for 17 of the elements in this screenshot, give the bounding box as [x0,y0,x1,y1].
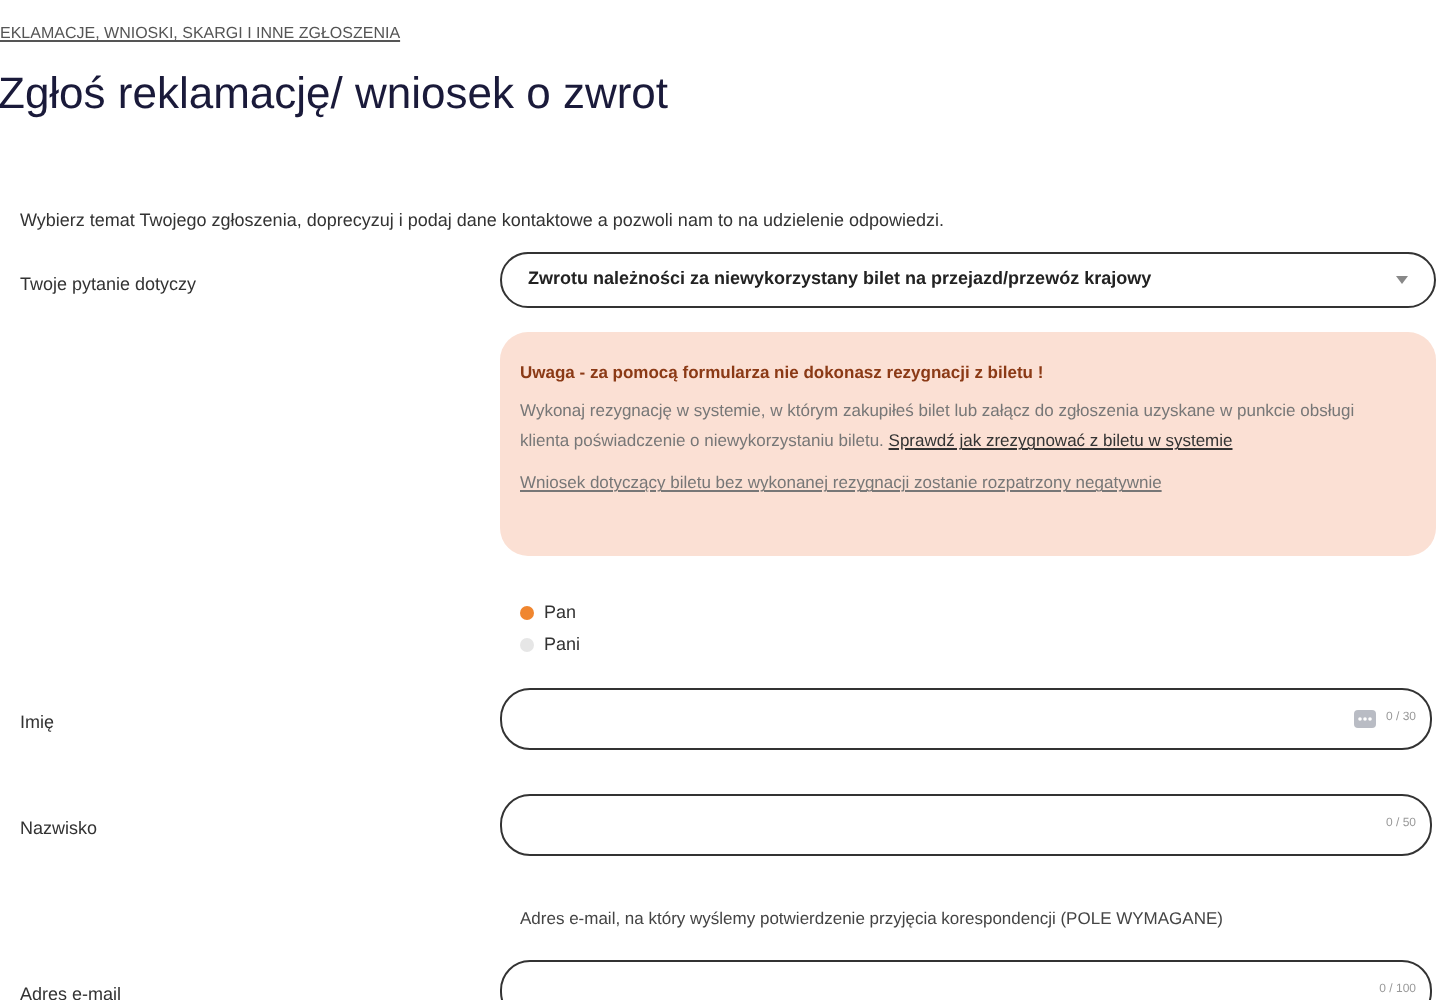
intro-text: Wybierz temat Twojego zgłoszenia, doprecyzuj i podaj dane kontaktowe a pozwoli nam to na udzielenie odpowiedzi. [20,208,947,234]
warning-title: Uwaga - za pomocą formularza nie dokonasz rezygnacji z biletu ! [520,359,1046,385]
autofill-icon[interactable] [1353,709,1376,727]
help-link[interactable]: Sprawdź jak zrezygnować z biletu w systemie [888,430,1233,451]
field-label: Twoje pytanie dotyczy [20,273,197,293]
topic-select[interactable]: Zwrotu należności za niewykorzystany bilet na przejazd/przewóz krajowy [500,251,1436,307]
field-label: Imię [20,711,55,731]
caret-icon [1396,275,1408,283]
breadcrumb-link[interactable]: EKLAMACJE, WNIOSKI, SKARGI I INNE ZGŁOSZENIA [0,24,401,42]
radio-option[interactable]: Pan [520,599,577,626]
field-label: Nazwisko [20,817,98,837]
email-note: Adres e-mail, na który wyślemy potwierdzenie przyjęcia korespondencji (POLE WYMAGANE) [520,907,1223,927]
field-label: Adres e-mail [20,983,122,1000]
page-title: Zgłoś reklamację/ wniosek o zwrot [0,66,671,122]
warning-note-link[interactable]: Wniosek dotyczący biletu bez wykonanej rezygnacji zostanie rozpatrzony negatywnie [520,470,1416,496]
radio-option[interactable]: Pani [520,632,581,659]
warning-text: Wykonaj rezygnację w systemie, w którym zakupiłeś bilet lub załącz do zgłoszenia uzyskane w punkcie obsługi klienta poświadczenie o niewykorzystaniu biletu. Sprawdź jak zrezygnować z biletu w systemie [520,398,1357,455]
